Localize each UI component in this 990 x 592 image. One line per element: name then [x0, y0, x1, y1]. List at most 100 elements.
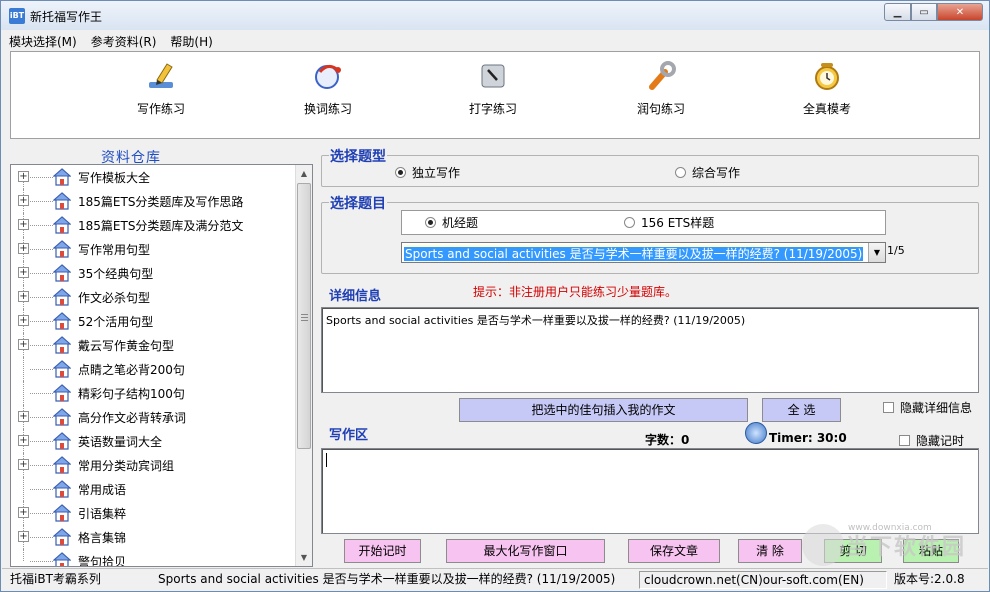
hide-detail-checkbox[interactable]: 隐藏详细信息	[883, 399, 972, 416]
expand-plus-icon[interactable]: +	[18, 291, 29, 302]
scrollbar-thumb[interactable]	[297, 183, 311, 449]
checkbox-unchecked-icon	[883, 402, 894, 413]
tree-item-label: 52个活用句型	[78, 315, 154, 329]
close-button[interactable]: ✕	[937, 3, 983, 21]
radio-ets-samples[interactable]: 156 ETS样题	[624, 214, 714, 231]
radio-integrated-writing[interactable]: 综合写作	[675, 164, 740, 181]
house-icon	[53, 408, 71, 426]
house-icon	[53, 336, 71, 354]
expand-plus-icon[interactable]: +	[18, 195, 29, 206]
tool-word-swap[interactable]: 换词练习	[283, 58, 373, 117]
clear-button[interactable]: 清 除	[738, 539, 802, 563]
tree-item[interactable]: +35个经典句型	[11, 261, 297, 285]
tree-scrollbar[interactable]: ▲ ▼	[295, 165, 312, 566]
timer-display: Timer: 30:0	[769, 431, 847, 445]
expand-plus-icon[interactable]: +	[18, 219, 29, 230]
tree-item[interactable]: + 引语集粹	[11, 501, 297, 525]
expand-plus-icon[interactable]: +	[18, 435, 29, 446]
hide-timer-checkbox[interactable]: 隐藏记时	[899, 432, 964, 449]
tree-item-label: 格言集锦	[78, 531, 127, 545]
house-icon	[53, 552, 71, 566]
tree-item[interactable]: + 常用分类动宾词组	[11, 453, 297, 477]
app-window: iBT 新托福写作王 ▁ ▭ ✕ 模块选择(M) 参考资料(R) 帮助(H) 写…	[0, 0, 990, 592]
tree-item-label: 警句拾贝	[78, 555, 127, 567]
menu-reference[interactable]: 参考资料(R)	[84, 31, 164, 50]
tree-item[interactable]: 警句拾贝	[11, 549, 297, 567]
expand-plus-icon[interactable]: +	[18, 507, 29, 518]
tool-sentence-polish[interactable]: 润句练习	[616, 58, 706, 117]
expand-plus-icon[interactable]: +	[18, 531, 29, 542]
menu-help[interactable]: 帮助(H)	[163, 31, 219, 50]
insert-sentence-button[interactable]: 把选中的佳句插入我的作文	[459, 398, 748, 422]
radio-selected-icon	[425, 217, 436, 228]
tree-connector	[30, 489, 53, 490]
tree-item[interactable]: + 写作常用句型	[11, 237, 297, 261]
expand-plus-icon[interactable]: +	[18, 267, 29, 278]
window-title: 新托福写作王	[30, 10, 103, 24]
tool-typing[interactable]: 打字练习	[448, 58, 538, 117]
question-page-indicator: 1/5	[887, 244, 905, 257]
chevron-down-icon[interactable]: ▼	[868, 243, 885, 262]
tree-item[interactable]: 点睛之笔必背200句	[11, 357, 297, 381]
save-article-button[interactable]: 保存文章	[628, 539, 720, 563]
tree-item[interactable]: +185篇ETS分类题库及写作思路	[11, 189, 297, 213]
tree-item[interactable]: + 格言集锦	[11, 525, 297, 549]
tool-mock-exam[interactable]: 全真模考	[782, 58, 872, 117]
tree-item[interactable]: +52个活用句型	[11, 309, 297, 333]
house-icon	[53, 384, 71, 402]
alarm-clock-icon	[809, 58, 845, 94]
minimize-icon: ▁	[893, 6, 902, 18]
question-dropdown[interactable]: Sports and social activities 是否与学术一样重要以及…	[401, 242, 886, 263]
tool-label: 写作练习	[136, 102, 185, 116]
house-icon	[53, 288, 71, 306]
tree-item[interactable]: + 写作模板大全	[11, 165, 297, 189]
tree-item[interactable]: 常用成语	[11, 477, 297, 501]
start-timer-button[interactable]: 开始记时	[344, 539, 421, 563]
maximize-writing-button[interactable]: 最大化写作窗口	[446, 539, 605, 563]
menu-module-select[interactable]: 模块选择(M)	[2, 31, 84, 50]
house-icon	[53, 528, 71, 546]
expand-plus-icon[interactable]: +	[18, 171, 29, 182]
text-caret	[326, 453, 327, 467]
tree-item-label: 185篇ETS分类题库及满分范文	[78, 219, 244, 233]
select-all-button[interactable]: 全 选	[762, 398, 841, 422]
tree-item-label: 精彩句子结构100句	[78, 387, 185, 401]
maximize-icon: ▭	[919, 6, 929, 18]
tree-item[interactable]: + 高分作文必背转承词	[11, 405, 297, 429]
watermark-logo-icon	[802, 524, 844, 566]
radio-machine-questions[interactable]: 机经题	[425, 214, 478, 231]
tree-connector	[30, 465, 53, 466]
expand-plus-icon[interactable]: +	[18, 411, 29, 422]
scroll-up-icon[interactable]: ▲	[296, 165, 312, 182]
registration-hint: 提示：非注册用户只能练习少量题库。	[473, 285, 678, 299]
tree-item[interactable]: +185篇ETS分类题库及满分范文	[11, 213, 297, 237]
expand-plus-icon[interactable]: +	[18, 243, 29, 254]
house-icon	[53, 504, 71, 522]
tree-item[interactable]: + 作文必杀句型	[11, 285, 297, 309]
tree-connector	[30, 537, 53, 538]
tree-item[interactable]: + 英语数量词大全	[11, 429, 297, 453]
tree-item[interactable]: + 戴云写作黄金句型	[11, 333, 297, 357]
expand-plus-icon[interactable]: +	[18, 315, 29, 326]
scroll-down-icon[interactable]: ▼	[296, 549, 312, 566]
tool-label: 全真模考	[802, 102, 851, 116]
detail-textbox[interactable]: Sports and social activities 是否与学术一样重要以及…	[321, 307, 979, 393]
window-controls: ▁ ▭ ✕	[884, 3, 983, 21]
toolbar: 写作练习 换词练习 打字练习 润句练习 全真模考	[10, 51, 980, 139]
house-icon	[53, 264, 71, 282]
tool-writing-practice[interactable]: 写作练习	[116, 58, 206, 117]
tree-item[interactable]: 精彩句子结构100句	[11, 381, 297, 405]
tree-connector	[30, 273, 53, 274]
house-icon	[53, 312, 71, 330]
tree-item-label: 35个经典句型	[78, 267, 154, 281]
tree-item-label: 点睛之笔必背200句	[78, 363, 185, 377]
minimize-button[interactable]: ▁	[884, 3, 911, 21]
maximize-button[interactable]: ▭	[911, 3, 937, 21]
radio-independent-writing[interactable]: 独立写作	[395, 164, 460, 181]
tree-connector	[23, 549, 24, 561]
expand-plus-icon[interactable]: +	[18, 339, 29, 350]
house-icon	[53, 432, 71, 450]
app-icon: iBT	[9, 8, 25, 24]
timer-icon	[745, 422, 767, 444]
expand-plus-icon[interactable]: +	[18, 459, 29, 470]
